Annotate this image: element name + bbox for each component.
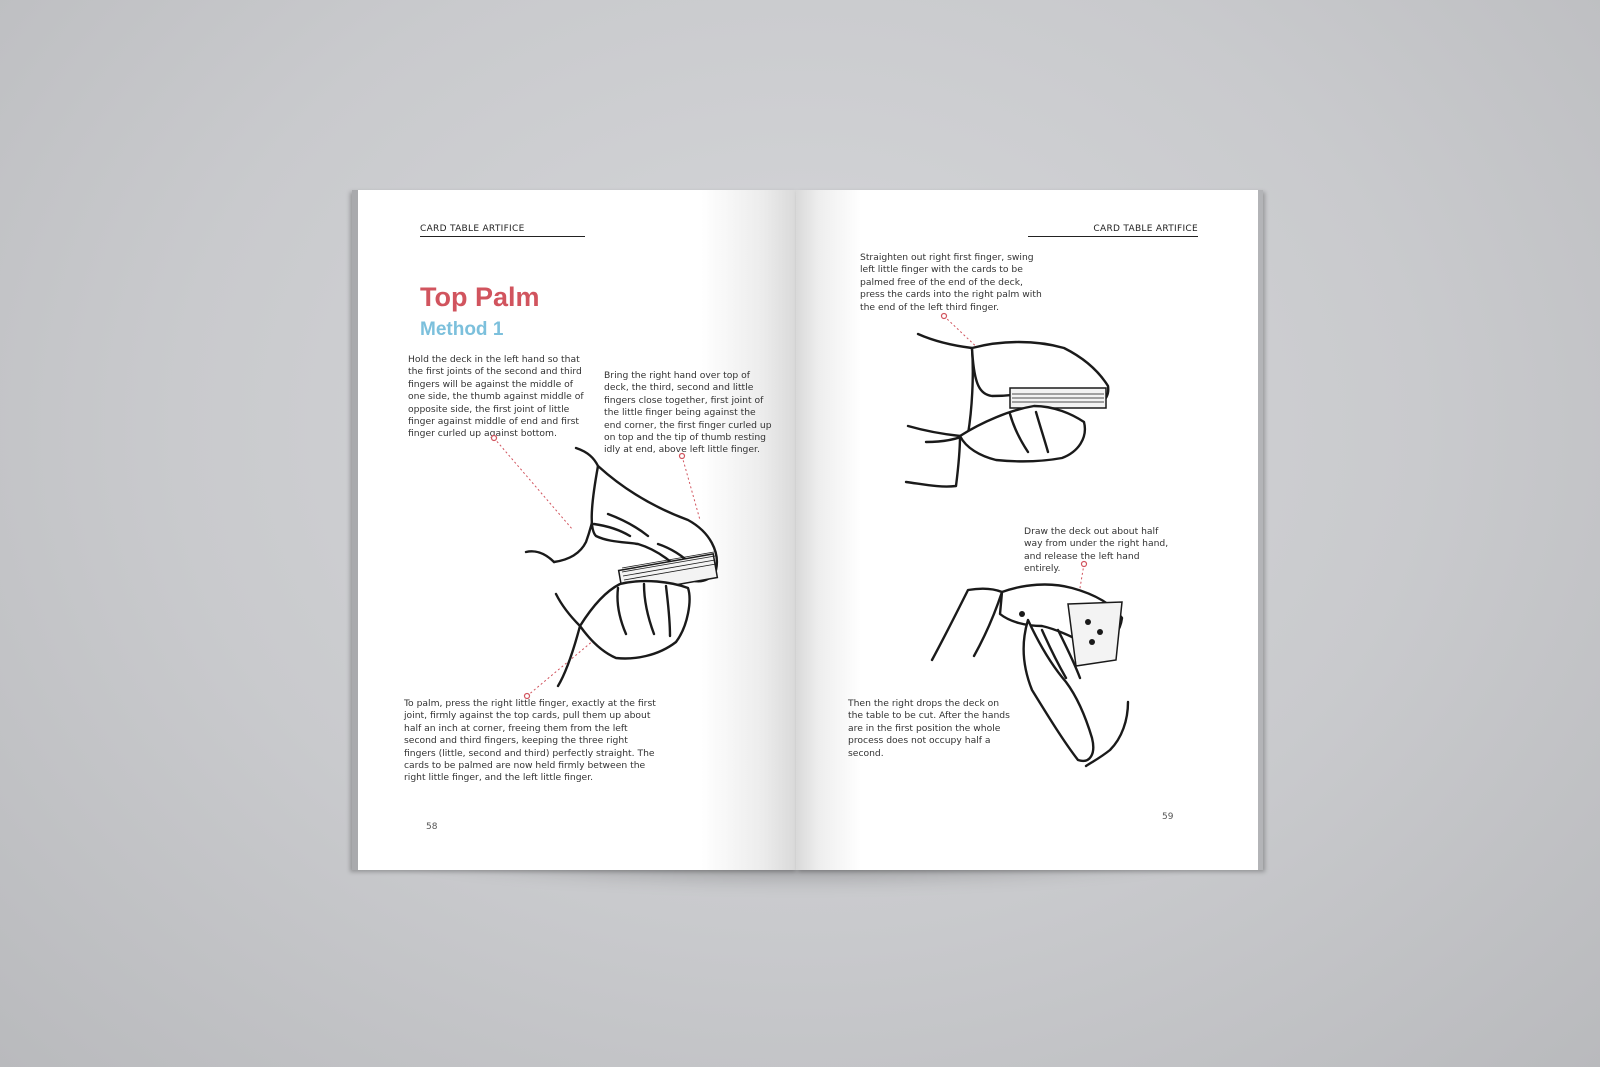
left-hand-bottom [578,579,691,660]
left-sleeve [554,592,582,688]
page-number-left: 58 [426,822,438,832]
card-pip-4 [1019,611,1025,617]
release-right-sleeve [930,587,1004,662]
callout-dot-1 [490,434,498,442]
hands-holding-deck-illustration [490,434,719,700]
callout-line-2 [681,455,701,521]
card-pip-2 [1097,629,1103,635]
left-page: CARD TABLE ARTIFICE Top Palm Method 1 Ho… [352,190,798,870]
card-pip-3 [1089,639,1095,645]
release-deck [1067,601,1123,667]
right-page: CARD TABLE ARTIFICE Straighten out right… [796,190,1263,870]
right-cuff [524,550,556,564]
hands-releasing-deck-illustration [930,560,1130,768]
card-pip-1 [1085,619,1091,625]
callout-dot-5 [1080,560,1088,568]
page-number-right: 59 [1162,812,1174,822]
callout-line-1 [493,437,574,531]
book-mockup-scene: CARD TABLE ARTIFICE Top Palm Method 1 Ho… [0,0,1600,1067]
callout-dot-3 [523,692,531,700]
callout-dot-2 [678,452,686,460]
